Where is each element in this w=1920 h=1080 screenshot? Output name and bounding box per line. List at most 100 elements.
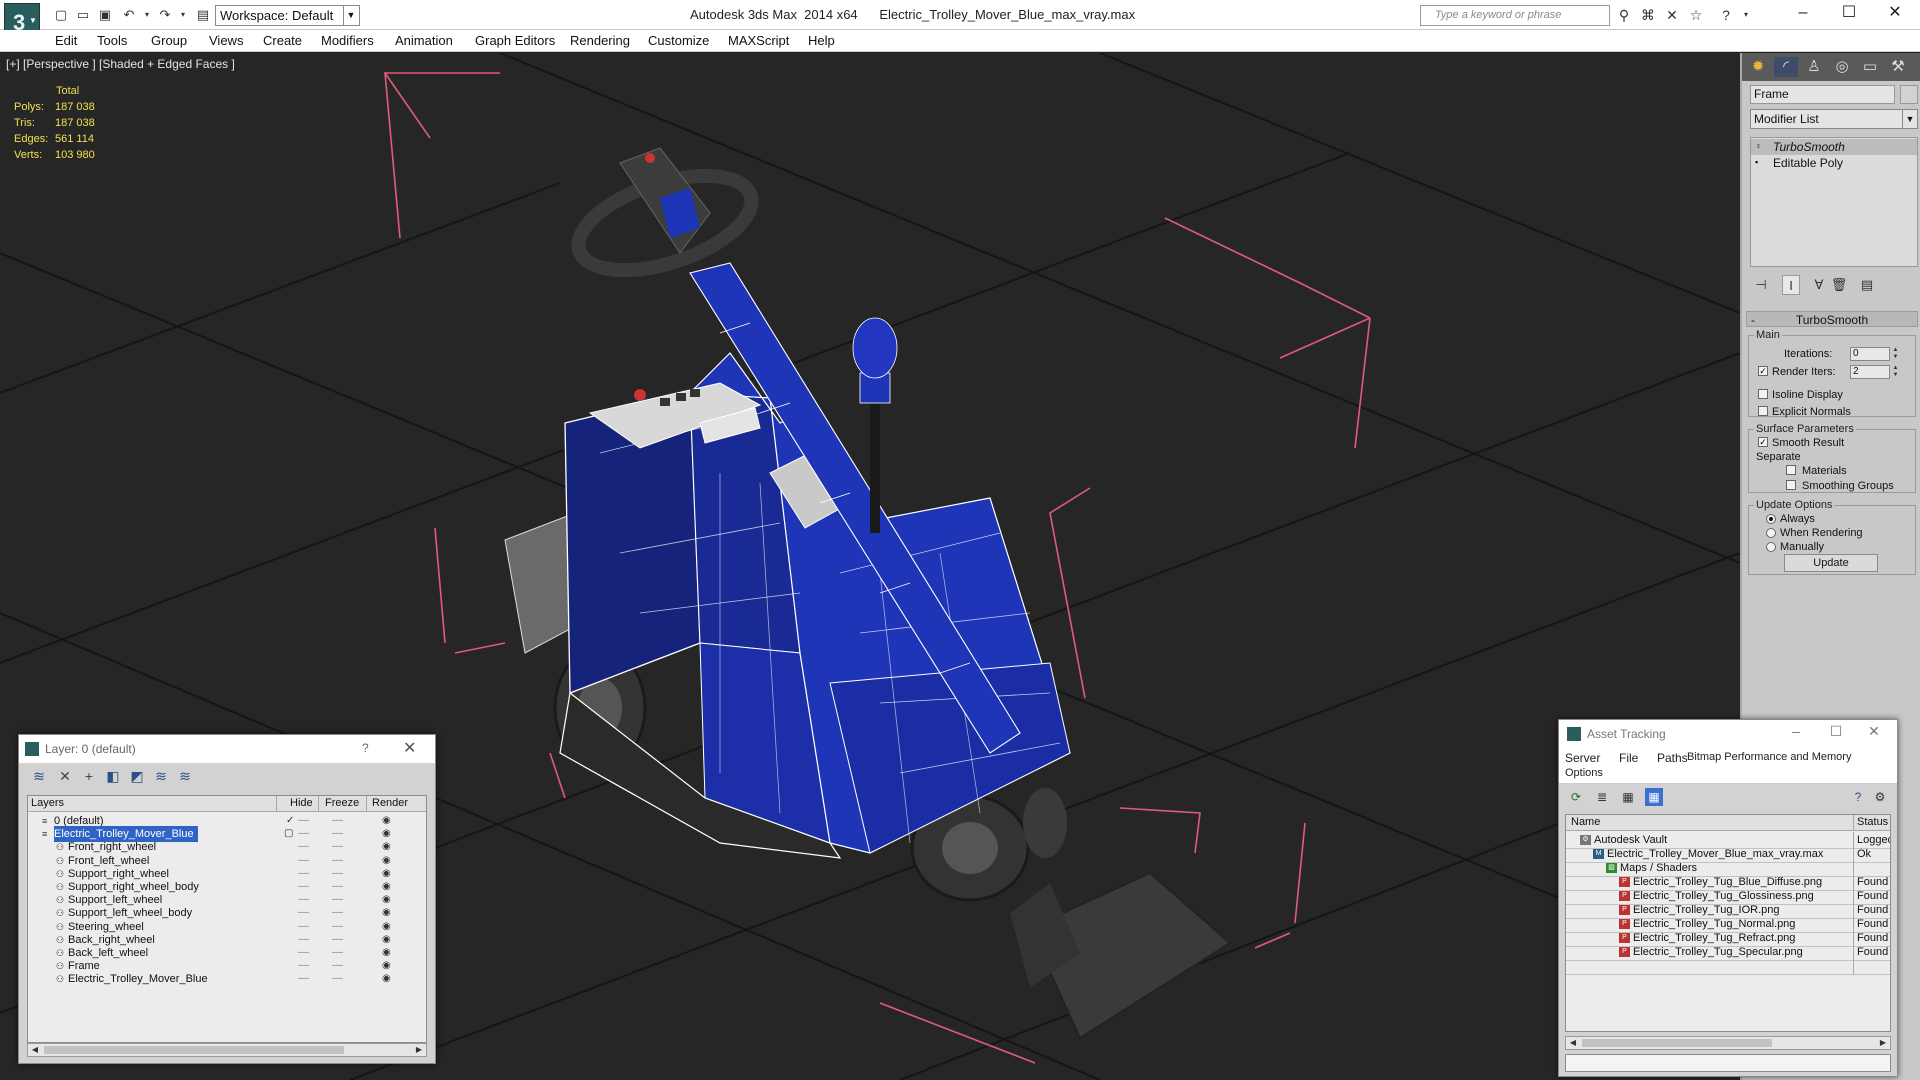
render-column-header[interactable]: Render bbox=[372, 797, 408, 809]
refresh-icon[interactable]: ⟳ bbox=[1567, 788, 1585, 806]
render-iters-checkbox[interactable]: ✓ bbox=[1758, 366, 1768, 376]
viewport-label[interactable]: [+] [Perspective ] [Shaded + Edged Faces… bbox=[6, 57, 235, 71]
help-button[interactable]: ? bbox=[362, 741, 369, 755]
new-file-icon[interactable]: ▢ bbox=[52, 6, 70, 24]
binoculars-icon[interactable]: ⚲ bbox=[1614, 6, 1634, 24]
app-menu-chevron-icon[interactable]: ▼ bbox=[29, 16, 37, 25]
modify-tab-icon[interactable]: ◜ bbox=[1774, 57, 1798, 77]
menu-rendering[interactable]: Rendering bbox=[570, 33, 630, 48]
maximize-button[interactable]: ☐ bbox=[1826, 0, 1872, 28]
scroll-right-icon[interactable]: ▶ bbox=[1876, 1037, 1890, 1049]
menu-edit[interactable]: Edit bbox=[55, 33, 77, 48]
materials-checkbox[interactable] bbox=[1786, 465, 1796, 475]
render-toggle-icon[interactable]: ◉ bbox=[382, 971, 391, 987]
save-icon[interactable]: ▣ bbox=[96, 6, 114, 24]
hide-all-layers-icon[interactable]: ≋ bbox=[151, 767, 171, 785]
menu-views[interactable]: Views bbox=[209, 33, 243, 48]
exchange-icon[interactable]: ✕ bbox=[1662, 6, 1682, 24]
hide-column-header[interactable]: Hide bbox=[290, 797, 313, 809]
scroll-left-icon[interactable]: ◀ bbox=[1566, 1037, 1580, 1049]
render-iters-spinner[interactable]: 2 bbox=[1850, 365, 1890, 379]
when-rendering-radio[interactable] bbox=[1766, 528, 1776, 538]
menu-server[interactable]: Server bbox=[1565, 751, 1600, 765]
scroll-thumb[interactable] bbox=[44, 1046, 344, 1054]
object-color-swatch[interactable] bbox=[1900, 85, 1918, 104]
close-icon[interactable]: ✕ bbox=[1859, 723, 1889, 740]
scroll-right-icon[interactable]: ▶ bbox=[412, 1044, 426, 1056]
scroll-left-icon[interactable]: ◀ bbox=[28, 1044, 42, 1056]
smoothing-groups-checkbox[interactable] bbox=[1786, 480, 1796, 490]
utilities-tab-icon[interactable]: ⚒ bbox=[1886, 57, 1910, 77]
asset-horizontal-scrollbar[interactable]: ◀ ▶ bbox=[1565, 1036, 1891, 1050]
thumbnail-view-icon[interactable]: ▦ bbox=[1619, 788, 1637, 806]
search-input[interactable]: Type a keyword or phrase bbox=[1420, 5, 1610, 26]
menu-bitmap-performance[interactable]: Bitmap Performance and Memory bbox=[1687, 751, 1851, 763]
workspace-dropdown-chevron-icon[interactable]: ▼ bbox=[343, 5, 358, 26]
motion-tab-icon[interactable]: ◎ bbox=[1830, 57, 1854, 77]
close-icon[interactable]: ✕ bbox=[403, 738, 416, 758]
help-chevron-icon[interactable]: ▾ bbox=[1736, 6, 1756, 24]
highlight-layer-icon[interactable]: ◩ bbox=[127, 767, 147, 785]
lightbulb-icon[interactable]: ♀ bbox=[1755, 142, 1764, 151]
configure-sets-icon[interactable]: ▤ bbox=[1858, 275, 1876, 295]
hierarchy-tab-icon[interactable]: ♙ bbox=[1802, 57, 1826, 77]
redo-icon[interactable]: ↷ bbox=[156, 6, 174, 24]
delete-layer-icon[interactable]: ✕ bbox=[55, 767, 75, 785]
iterations-spinner[interactable]: 0 bbox=[1850, 347, 1890, 361]
object-name-field[interactable]: Frame bbox=[1750, 85, 1895, 104]
freeze-column-header[interactable]: Freeze bbox=[325, 797, 359, 809]
stack-item-editable-poly[interactable]: ▪ Editable Poly bbox=[1751, 155, 1917, 171]
menu-animation[interactable]: Animation bbox=[395, 33, 453, 48]
status-column-header[interactable]: Status bbox=[1857, 816, 1888, 828]
turbosmooth-rollout-header[interactable]: - TurboSmooth bbox=[1746, 311, 1918, 327]
menu-customize[interactable]: Customize bbox=[648, 33, 709, 48]
add-to-layer-icon[interactable]: + bbox=[79, 767, 99, 785]
explicit-normals-checkbox[interactable] bbox=[1758, 406, 1768, 416]
spinner-arrows-icon[interactable]: ▲ ▼ bbox=[1891, 347, 1900, 361]
close-button[interactable]: ✕ bbox=[1872, 0, 1918, 28]
menu-paths[interactable]: Paths bbox=[1657, 751, 1688, 765]
spinner-arrows-icon[interactable]: ▲ ▼ bbox=[1891, 365, 1900, 379]
asset-path-field[interactable] bbox=[1565, 1054, 1891, 1072]
expand-plus-icon[interactable]: ▪ bbox=[1755, 158, 1764, 167]
menu-tools[interactable]: Tools bbox=[97, 33, 127, 48]
menu-maxscript[interactable]: MAXScript bbox=[728, 33, 789, 48]
menu-modifiers[interactable]: Modifiers bbox=[321, 33, 374, 48]
menu-help[interactable]: Help bbox=[808, 33, 835, 48]
manually-radio[interactable] bbox=[1766, 542, 1776, 552]
connect-icon[interactable]: ⌘ bbox=[1638, 6, 1658, 24]
minimize-button[interactable]: – bbox=[1781, 723, 1811, 739]
freeze-all-layers-icon[interactable]: ≋ bbox=[175, 767, 195, 785]
show-end-result-icon[interactable]: I bbox=[1782, 275, 1800, 295]
menu-group[interactable]: Group bbox=[151, 33, 187, 48]
always-radio[interactable] bbox=[1766, 514, 1776, 524]
maximize-button[interactable]: ☐ bbox=[1821, 723, 1851, 740]
make-unique-icon[interactable]: ∀ bbox=[1810, 275, 1828, 295]
menu-file[interactable]: File bbox=[1619, 751, 1638, 765]
freeze-toggle-icon[interactable]: –– bbox=[332, 971, 343, 987]
hide-toggle-icon[interactable]: –– bbox=[298, 971, 309, 987]
asset-dialog-titlebar[interactable]: Asset Tracking – ☐ ✕ bbox=[1559, 720, 1897, 748]
workspace-select[interactable]: Workspace: Default bbox=[215, 5, 360, 26]
layer-horizontal-scrollbar[interactable]: ◀ ▶ bbox=[27, 1043, 427, 1057]
help-icon[interactable]: ? bbox=[1716, 6, 1736, 24]
remove-modifier-icon[interactable]: 🗑 bbox=[1830, 275, 1848, 295]
update-button[interactable]: Update bbox=[1784, 554, 1878, 572]
modifier-list-dropdown[interactable]: Modifier List ▼ bbox=[1750, 109, 1918, 129]
menu-create[interactable]: Create bbox=[263, 33, 302, 48]
menu-graph-editors[interactable]: Graph Editors bbox=[475, 33, 555, 48]
redo-chevron-icon[interactable]: ▾ bbox=[174, 6, 192, 24]
scroll-thumb[interactable] bbox=[1582, 1039, 1772, 1047]
minimize-button[interactable]: – bbox=[1780, 0, 1826, 28]
open-folder-icon[interactable]: ▭ bbox=[74, 6, 92, 24]
undo-chevron-icon[interactable]: ▾ bbox=[138, 6, 156, 24]
name-column-header[interactable]: Name bbox=[1571, 816, 1600, 828]
smooth-result-checkbox[interactable]: ✓ bbox=[1758, 437, 1768, 447]
layer-row[interactable]: ⚇ Electric_Trolley_Mover_Blue –– –– ◉ bbox=[28, 971, 426, 987]
select-objects-icon[interactable]: ◧ bbox=[103, 767, 123, 785]
display-tab-icon[interactable]: ▭ bbox=[1858, 57, 1882, 77]
project-folder-icon[interactable]: ▤ bbox=[194, 6, 212, 24]
help-icon[interactable]: ? bbox=[1849, 788, 1867, 806]
favorites-star-icon[interactable]: ☆ bbox=[1686, 6, 1706, 24]
layer-dialog-titlebar[interactable]: Layer: 0 (default) ? ✕ bbox=[19, 735, 435, 763]
